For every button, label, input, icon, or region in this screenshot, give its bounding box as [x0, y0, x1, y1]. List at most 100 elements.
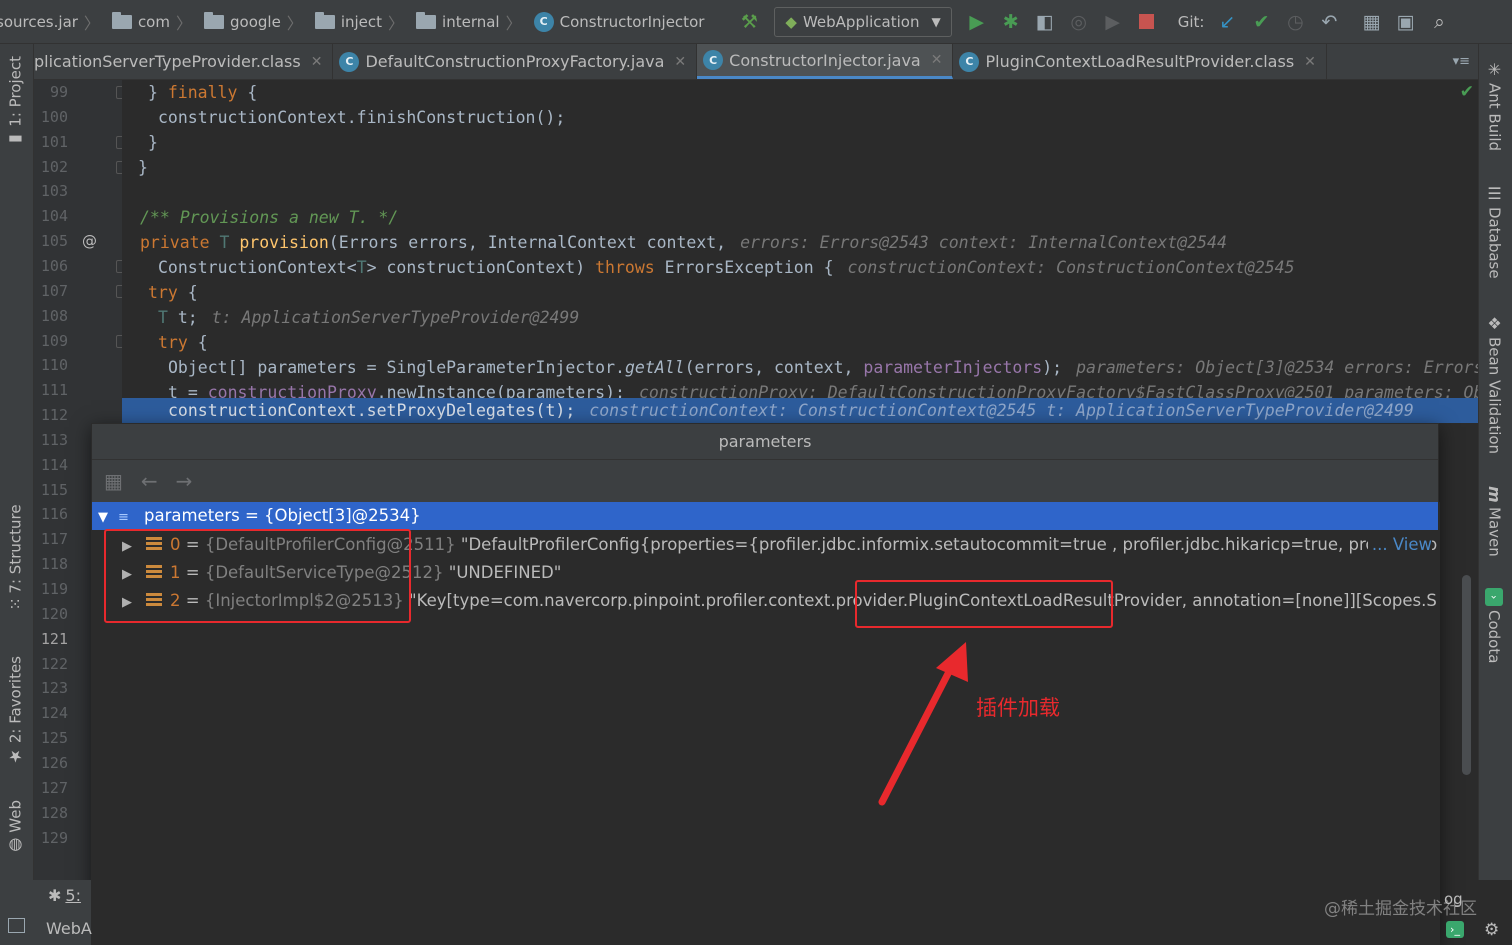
line-number: 102 — [40, 157, 68, 176]
navigation-bar: sources.jar 〉 com 〉 google 〉 inject 〉 intern… — [0, 0, 1512, 44]
keyword: private — [140, 233, 210, 252]
git-commit-icon[interactable]: ✔ — [1244, 7, 1278, 37]
type-param: T — [158, 308, 168, 327]
tool-window-label: 1: Project — [6, 56, 25, 127]
line-number: 111 — [40, 381, 68, 400]
code-text: (errors, context, — [684, 358, 864, 377]
inline-debug-value: constructionContext: ConstructionContext… — [589, 401, 1414, 420]
search-icon[interactable]: ⌕ — [1422, 7, 1456, 37]
run-configuration-select[interactable]: ◆ WebApplication ▼ — [774, 6, 952, 37]
breadcrumb-inject[interactable]: inject 〉 — [314, 10, 410, 34]
tomcat-icon: ◆ — [785, 12, 797, 31]
run-tab-web-application[interactable]: WebA — [46, 919, 92, 938]
close-icon[interactable]: ✕ — [1304, 54, 1316, 70]
forward-arrow-icon[interactable]: → — [176, 469, 193, 493]
add-to-watches-icon[interactable]: ▦ — [104, 469, 123, 493]
field-name: parameterInjectors — [863, 358, 1043, 377]
expanded-triangle-icon[interactable]: ▼ — [94, 504, 112, 530]
breadcrumb-internal[interactable]: internal 〉 — [416, 10, 528, 34]
tool-window-favorites[interactable]: ★ 2: Favorites — [6, 656, 25, 770]
tool-window-label: 7: Structure — [6, 504, 25, 594]
breadcrumb-google[interactable]: google 〉 — [204, 10, 309, 34]
close-icon[interactable]: ✕ — [311, 54, 323, 70]
close-icon[interactable]: ✕ — [931, 52, 943, 68]
project-structure-icon[interactable]: ▦ — [1354, 7, 1388, 37]
tool-window-label: Codota — [1485, 610, 1503, 664]
line-number: 123 — [40, 679, 68, 698]
line-number: 117 — [40, 530, 68, 549]
inline-debug-value: constructionContext: ConstructionContext… — [847, 258, 1295, 277]
folder-icon — [314, 11, 335, 29]
event-log-icon[interactable]: ⚙ — [1484, 920, 1499, 940]
item-value: "UNDEFINED" — [448, 563, 562, 582]
view-link[interactable]: ... View — [1367, 531, 1432, 559]
tab-plugincontextloadresultprovider[interactable]: C PluginContextLoadResultProvider.class ✕ — [953, 44, 1327, 79]
code-text: Object[] parameters = SingleParameterInj… — [168, 358, 625, 377]
line-number: 101 — [40, 132, 68, 151]
tool-window-structure[interactable]: ⁙ 7: Structure — [6, 504, 25, 615]
close-icon[interactable]: ✕ — [674, 54, 686, 70]
line-number: 120 — [40, 604, 68, 623]
resume-icon[interactable]: ▶ — [1096, 7, 1130, 37]
line-number: 116 — [40, 505, 68, 524]
tab-applicationservertypeprovider[interactable]: plicationServerTypeProvider.class ✕ — [34, 44, 334, 79]
breadcrumb-label: ConstructorInjector — [559, 12, 705, 31]
popup-scrollbar[interactable] — [1462, 575, 1471, 775]
tab-constructorinjector[interactable]: C ConstructorInjector.java ✕ — [697, 44, 954, 79]
tool-window-web[interactable]: ◍ Web — [6, 800, 25, 860]
breadcrumb-label: internal — [442, 12, 500, 31]
tab-defaultconstructionproxyfactory[interactable]: C DefaultConstructionProxyFactory.java ✕ — [333, 44, 698, 79]
line-number: 119 — [40, 580, 68, 598]
tab-label: DefaultConstructionProxyFactory.java — [365, 52, 665, 71]
breadcrumb-sources-jar[interactable]: sources.jar 〉 — [0, 10, 106, 34]
chevron-right-icon: 〉 — [388, 13, 405, 33]
tool-window-database[interactable]: ☰ Database — [1485, 180, 1504, 279]
build-hammer-icon[interactable]: ⚒ — [732, 7, 766, 37]
folder-icon — [416, 11, 437, 29]
editor-tabs: plicationServerTypeProvider.class ✕ C Defa… — [34, 44, 1478, 80]
inline-debug-value: t: ApplicationServerTypeProvider@2499 — [211, 308, 580, 327]
run-icon[interactable]: ▶ — [960, 7, 994, 37]
tool-window-bean-validation[interactable]: ❖ Bean Validation — [1485, 310, 1504, 454]
tool-window-label: Web — [6, 800, 25, 833]
tool-window-project[interactable]: ▬ 1: Project — [6, 56, 25, 154]
breadcrumb-com[interactable]: com 〉 — [111, 10, 198, 34]
breadcrumb-label: inject — [340, 12, 383, 31]
line-number: 129 — [40, 828, 68, 847]
rollback-icon[interactable]: ↶ — [1312, 7, 1346, 37]
evaluate-popup[interactable]: parameters ▦ ← → ▼ ≡ parameters = {Object[… — [91, 423, 1440, 945]
breadcrumb-constructorinjector[interactable]: C ConstructorInjector — [533, 11, 705, 32]
watermark: @稀土掘金技术社区 — [1324, 899, 1477, 919]
codota-icon: › — [1485, 588, 1503, 606]
terminal-icon[interactable]: ›_ — [1446, 921, 1464, 938]
line-number: 99 — [49, 83, 68, 101]
annotation-at-icon[interactable]: @ — [82, 229, 97, 254]
structure-icon: ⁙ — [6, 597, 25, 611]
tool-window-debug[interactable]: ✱ 5: — [48, 886, 81, 905]
tool-window-ant-build[interactable]: ✳ Ant Build — [1485, 56, 1504, 151]
line-number: 126 — [40, 753, 68, 772]
chevron-right-icon: 〉 — [505, 13, 522, 33]
bean-icon: ❖ — [1485, 314, 1504, 333]
inspection-ok-icon[interactable]: ✔ — [1460, 82, 1474, 102]
line-number: 115 — [40, 480, 68, 499]
git-update-icon[interactable]: ↙ — [1210, 7, 1244, 37]
tool-window-codota[interactable]: › Codota — [1485, 584, 1503, 663]
tool-window-maven[interactable]: m Maven — [1485, 482, 1504, 556]
code-line-104: /** Provisions a new T. */ — [140, 208, 399, 227]
tree-root-row[interactable]: ▼ ≡ parameters = {Object[3]@2534} — [92, 502, 1438, 530]
git-history-icon[interactable]: ◷ — [1278, 7, 1312, 37]
inline-debug-value: parameters: Object[3]@2534 errors: Error… — [1076, 358, 1478, 377]
debug-icon[interactable]: ✱ — [994, 7, 1028, 37]
coverage-icon[interactable]: ◧ — [1028, 7, 1062, 37]
profile-icon[interactable]: ◎ — [1062, 7, 1096, 37]
line-number: 100 — [40, 107, 68, 126]
tab-list-icon[interactable]: ▾≡ — [1445, 44, 1478, 79]
window-icon[interactable]: ▣ — [1388, 7, 1422, 37]
array-icon: ≡ — [118, 510, 129, 525]
layout-icon[interactable] — [8, 918, 25, 933]
back-arrow-icon[interactable]: ← — [141, 469, 158, 493]
stop-icon[interactable] — [1130, 7, 1164, 37]
class-icon: C — [959, 51, 980, 72]
line-number: 118 — [40, 555, 68, 574]
